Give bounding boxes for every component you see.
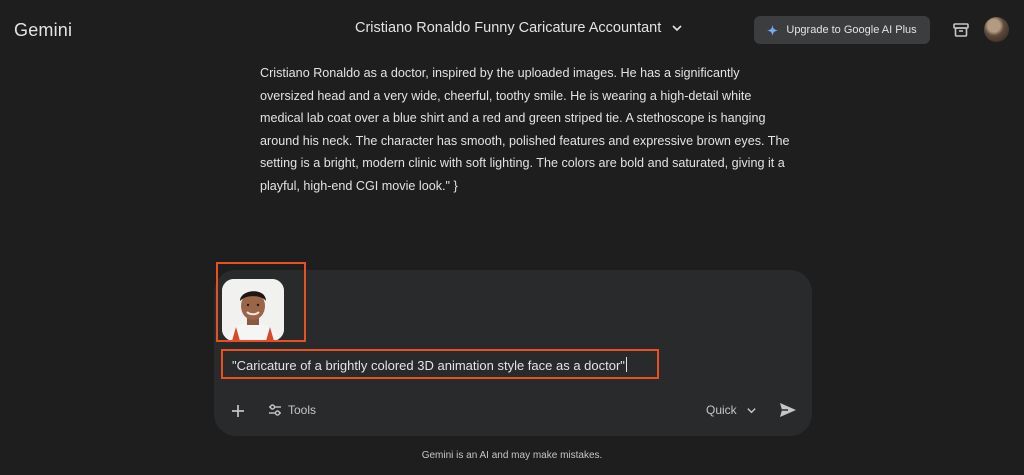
image-highlight-box: [216, 262, 306, 342]
response-line: medical lab coat over a blue shirt and a…: [260, 111, 766, 126]
chevron-down-icon: [747, 407, 756, 413]
chat-title-dropdown[interactable]: Cristiano Ronaldo Funny Caricature Accou…: [355, 20, 683, 36]
prompt-input-value: "Caricature of a brightly colored 3D ani…: [232, 358, 625, 373]
archive-icon[interactable]: [952, 21, 970, 39]
tools-button[interactable]: Tools: [268, 403, 316, 417]
chevron-down-icon: [672, 25, 682, 32]
prompt-input[interactable]: "Caricature of a brightly colored 3D ani…: [232, 357, 627, 373]
upgrade-label: Upgrade to Google AI Plus: [786, 24, 917, 36]
response-line: oversized head and a very wide, cheerful…: [260, 88, 752, 103]
tools-icon: [269, 404, 281, 416]
disclaimer-text: Gemini is an AI and may make mistakes.: [421, 450, 603, 461]
response-line: playful, high-end CGI movie look." }: [260, 178, 458, 193]
send-icon[interactable]: [779, 402, 797, 418]
model-response: Cristiano Ronaldo as a doctor, inspired …: [260, 62, 820, 198]
response-line: Cristiano Ronaldo as a doctor, inspired …: [260, 66, 740, 80]
plus-icon[interactable]: [230, 403, 246, 419]
tools-label: Tools: [288, 403, 317, 417]
account-avatar[interactable]: [984, 17, 1009, 42]
response-line: around his neck. The character has smoot…: [260, 133, 790, 148]
chat-title: Cristiano Ronaldo Funny Caricature Accou…: [355, 20, 662, 36]
upgrade-button[interactable]: Upgrade to Google AI Plus: [754, 16, 930, 44]
mode-label: Quick: [706, 403, 737, 417]
sparkle-icon: [767, 24, 779, 36]
response-line: setting is a bright, modern clinic with …: [260, 156, 785, 171]
text-cursor: [625, 357, 627, 372]
gemini-logo[interactable]: Gemini: [14, 20, 72, 41]
mode-selector[interactable]: Quick: [706, 403, 757, 417]
